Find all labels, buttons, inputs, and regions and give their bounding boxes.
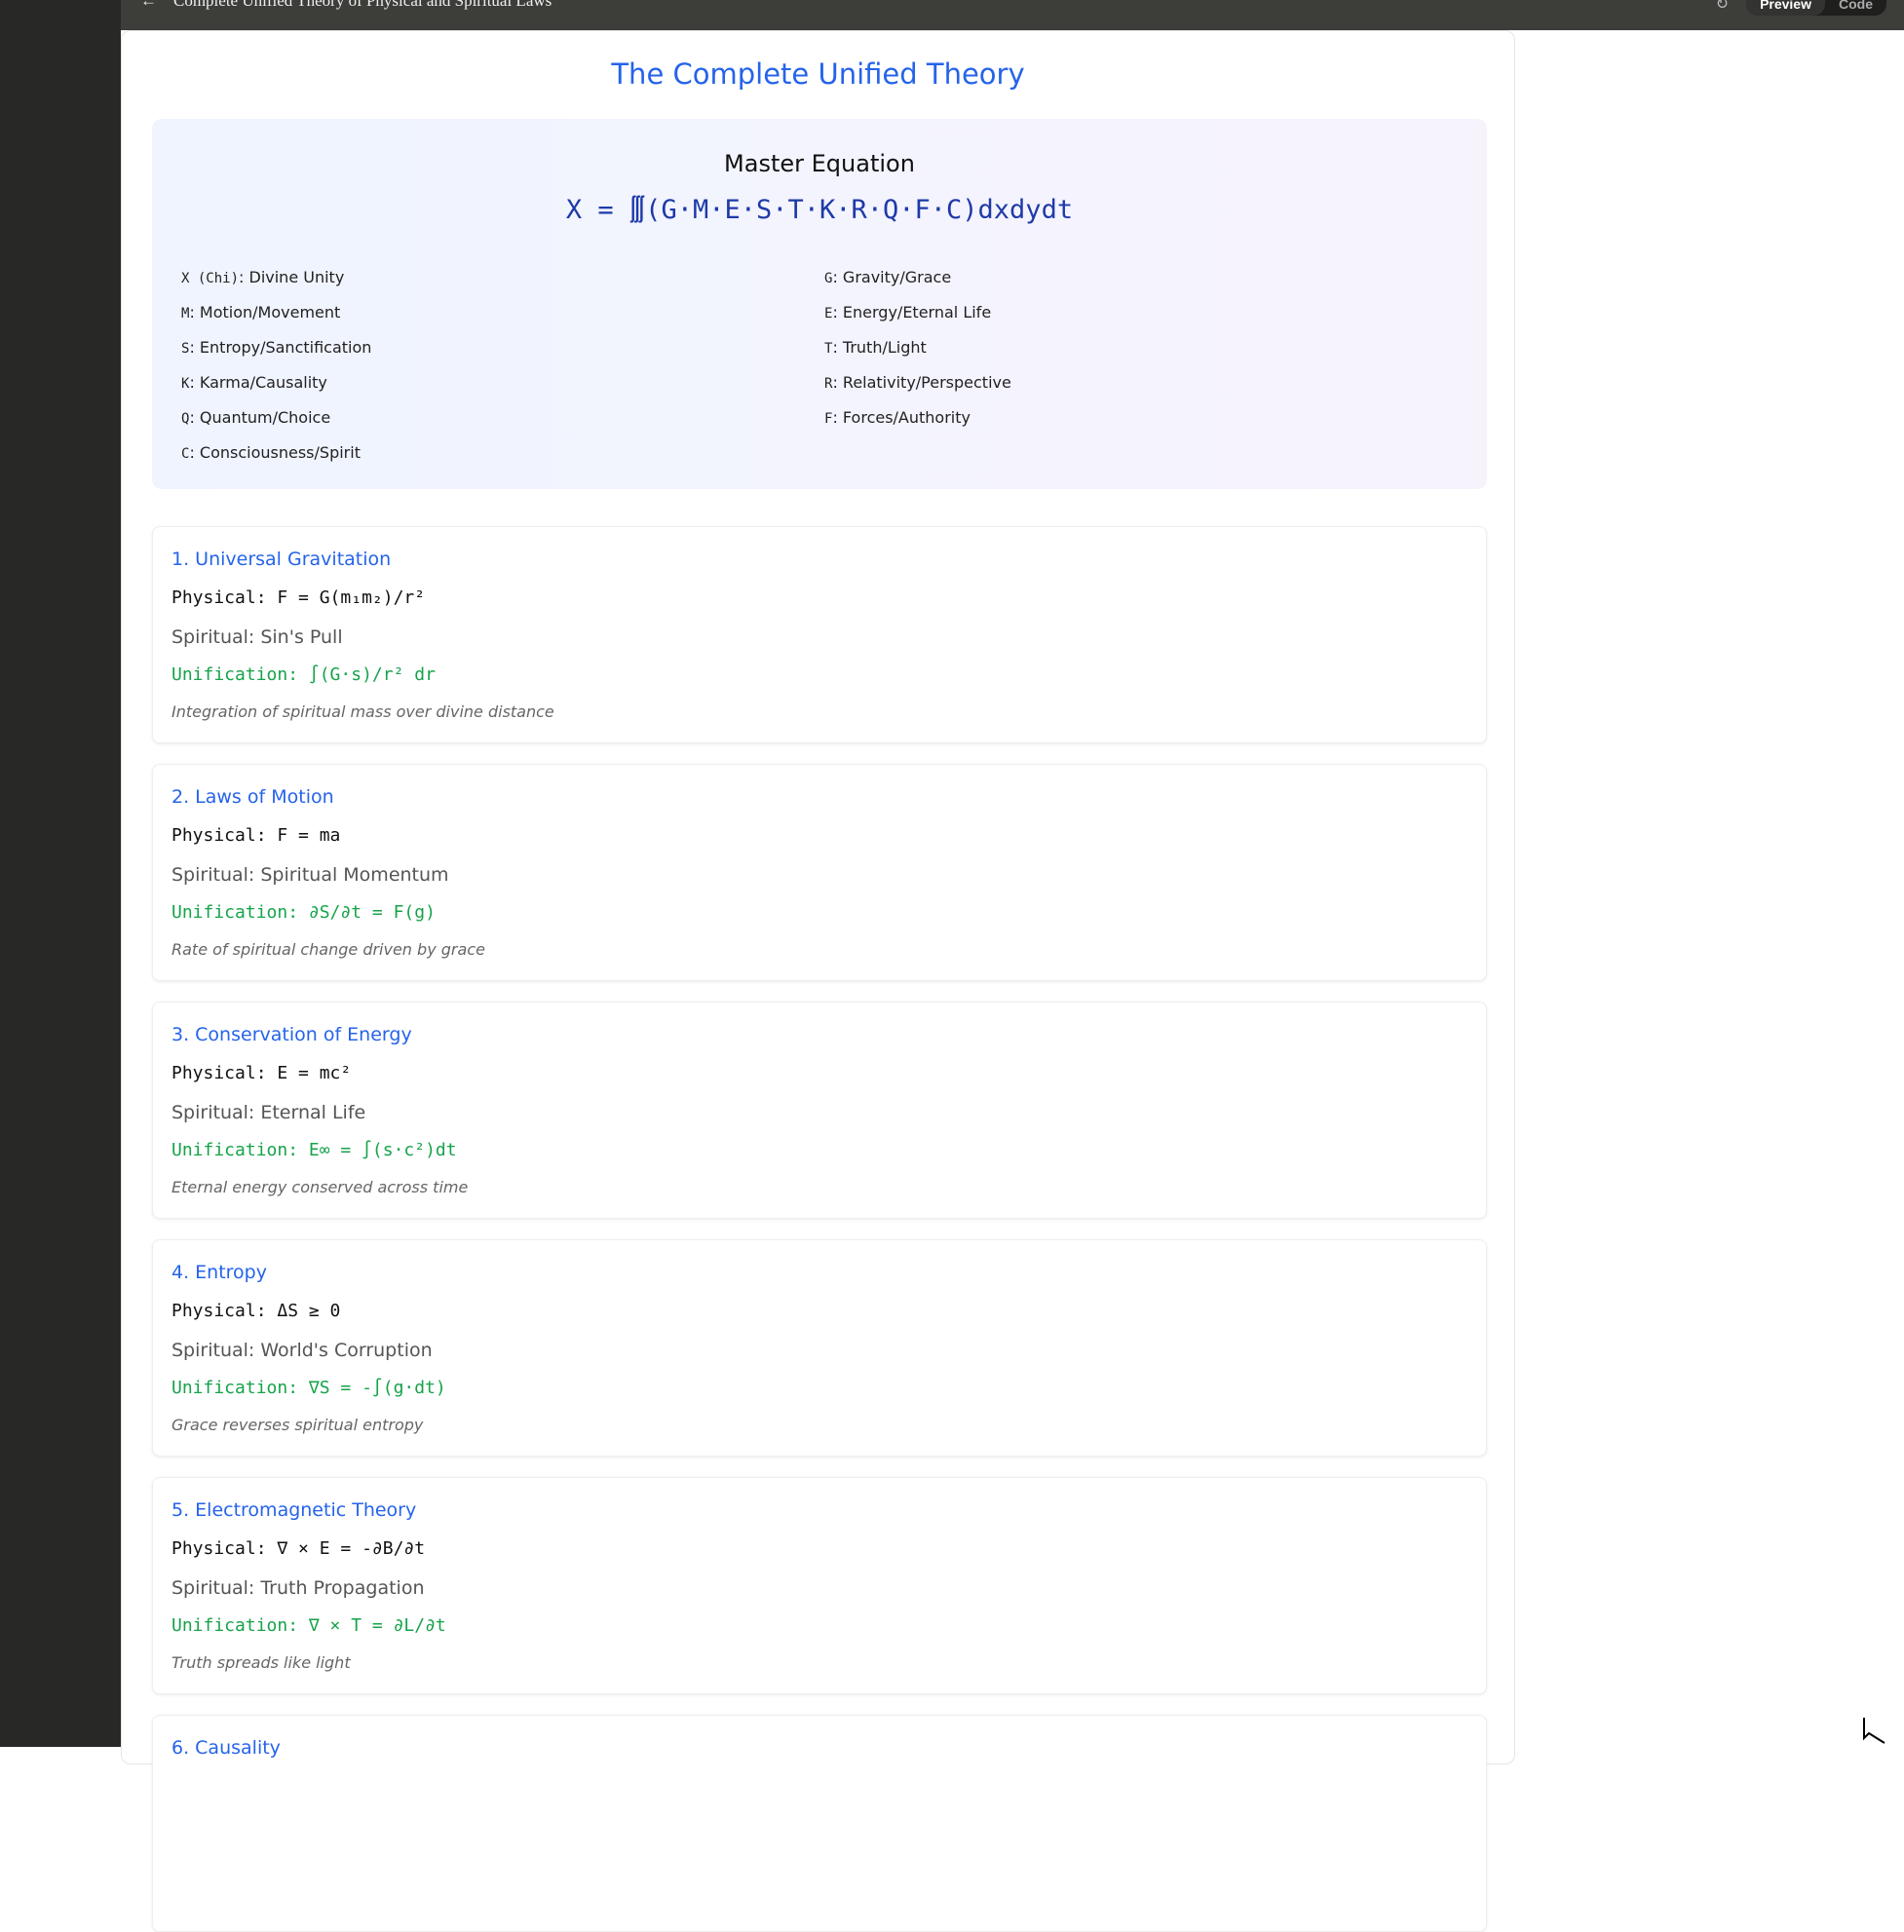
legend-item: S: Entropy/Sanctification	[181, 330, 824, 365]
legend-label: : Motion/Movement	[189, 303, 340, 322]
legend-item: F: Forces/Authority	[824, 400, 1467, 436]
physical-formula: Physical: ΔS ≥ 0	[171, 1301, 1467, 1330]
code-tab[interactable]: Code	[1825, 0, 1886, 16]
master-heading: Master Equation	[152, 150, 1487, 177]
legend-label: : Forces/Authority	[832, 408, 971, 427]
legend-item: E: Energy/Eternal Life	[824, 295, 1467, 330]
law-card: 1. Universal Gravitation Physical: F = G(…	[152, 526, 1487, 743]
law-title: 3. Conservation of Energy	[171, 1024, 1467, 1053]
master-equation: X = ∭(G·M·E·S·T·K·R·Q·F·C)dxdydt	[152, 195, 1487, 225]
legend-label: : Gravity/Grace	[832, 268, 951, 286]
legend-label: : Consciousness/Spirit	[189, 443, 361, 462]
legend-label: : Energy/Eternal Life	[832, 303, 991, 322]
legend-item: M: Motion/Movement	[181, 295, 824, 330]
spiritual-label: Spiritual: Spiritual Momentum	[171, 864, 1467, 893]
right-area	[1515, 30, 1904, 1747]
law-card: 4. Entropy Physical: ΔS ≥ 0 Spiritual: Wo…	[152, 1239, 1487, 1457]
law-description: Rate of spiritual change driven by grace	[171, 940, 1467, 959]
physical-formula: Physical: F = ma	[171, 825, 1467, 854]
unification-formula: Unification: ∇ × T = ∂L/∂t	[171, 1615, 1467, 1645]
legend-item: G: Gravity/Grace	[824, 260, 1467, 295]
arrow-left-icon[interactable]: ←	[140, 0, 157, 11]
unification-formula: Unification: ∫(G·s)/r² dr	[171, 664, 1467, 694]
preview-panel: The Complete Unified Theory Master Equat…	[121, 30, 1515, 1764]
top-bar: ← Complete Unified Theory of Physical an…	[121, 0, 1904, 30]
unification-formula: Unification: ∇S = -∫(g·dt)	[171, 1378, 1467, 1407]
law-description: Eternal energy conserved across time	[171, 1178, 1467, 1196]
legend-item: X (Chi): Divine Unity	[181, 260, 824, 295]
legend-item: R: Relativity/Perspective	[824, 365, 1467, 400]
spiritual-label: Spiritual: Truth Propagation	[171, 1577, 1467, 1607]
physical-formula: Physical: E = mc²	[171, 1063, 1467, 1092]
legend-label: : Entropy/Sanctification	[189, 338, 371, 357]
spiritual-label: Spiritual: Sin's Pull	[171, 626, 1467, 656]
law-title: 5. Electromagnetic Theory	[171, 1499, 1467, 1529]
refresh-icon[interactable]: ↻	[1716, 0, 1729, 14]
law-card: 6. Causality	[152, 1715, 1487, 1932]
law-card: 5. Electromagnetic Theory Physical: ∇ × E…	[152, 1477, 1487, 1694]
legend-item: Q: Quantum/Choice	[181, 400, 824, 436]
preview-tab[interactable]: Preview	[1746, 0, 1825, 16]
variable-legend: X (Chi): Divine UnityG: Gravity/GraceM: …	[181, 260, 1467, 471]
law-title: 6. Causality	[171, 1737, 1467, 1766]
legend-item: K: Karma/Causality	[181, 365, 824, 400]
view-toggle: Preview Code	[1746, 0, 1886, 16]
legend-label: : Truth/Light	[832, 338, 926, 357]
legend-label: : Relativity/Perspective	[832, 373, 1010, 392]
law-card: 3. Conservation of Energy Physical: E = m…	[152, 1002, 1487, 1219]
unification-formula: Unification: ∂S/∂t = F(g)	[171, 902, 1467, 931]
unification-formula: Unification: E∞ = ∫(s·c²)dt	[171, 1140, 1467, 1169]
page-title: The Complete Unified Theory	[122, 57, 1514, 91]
law-title: 1. Universal Gravitation	[171, 549, 1467, 578]
legend-key: X (Chi)	[181, 271, 239, 286]
legend-item: C: Consciousness/Spirit	[181, 436, 824, 471]
law-description: Grace reverses spiritual entropy	[171, 1416, 1467, 1434]
legend-label: : Divine Unity	[239, 268, 344, 286]
master-equation-box: Master Equation X = ∭(G·M·E·S·T·K·R·Q·F·…	[152, 119, 1487, 489]
law-title: 2. Laws of Motion	[171, 786, 1467, 815]
law-description: Integration of spiritual mass over divin…	[171, 702, 1467, 721]
legend-label: : Quantum/Choice	[189, 408, 330, 427]
legend-label: : Karma/Causality	[189, 373, 326, 392]
law-description: Truth spreads like light	[171, 1653, 1467, 1672]
law-card: 2. Laws of Motion Physical: F = ma Spirit…	[152, 764, 1487, 981]
artifact-title: Complete Unified Theory of Physical and …	[173, 0, 552, 11]
law-title: 4. Entropy	[171, 1262, 1467, 1291]
left-sidebar	[0, 0, 121, 1747]
legend-item: T: Truth/Light	[824, 330, 1467, 365]
spiritual-label: Spiritual: Eternal Life	[171, 1102, 1467, 1131]
spiritual-label: Spiritual: World's Corruption	[171, 1340, 1467, 1369]
physical-formula: Physical: ∇ × E = -∂B/∂t	[171, 1538, 1467, 1568]
physical-formula: Physical: F = G(m₁m₂)/r²	[171, 587, 1467, 617]
